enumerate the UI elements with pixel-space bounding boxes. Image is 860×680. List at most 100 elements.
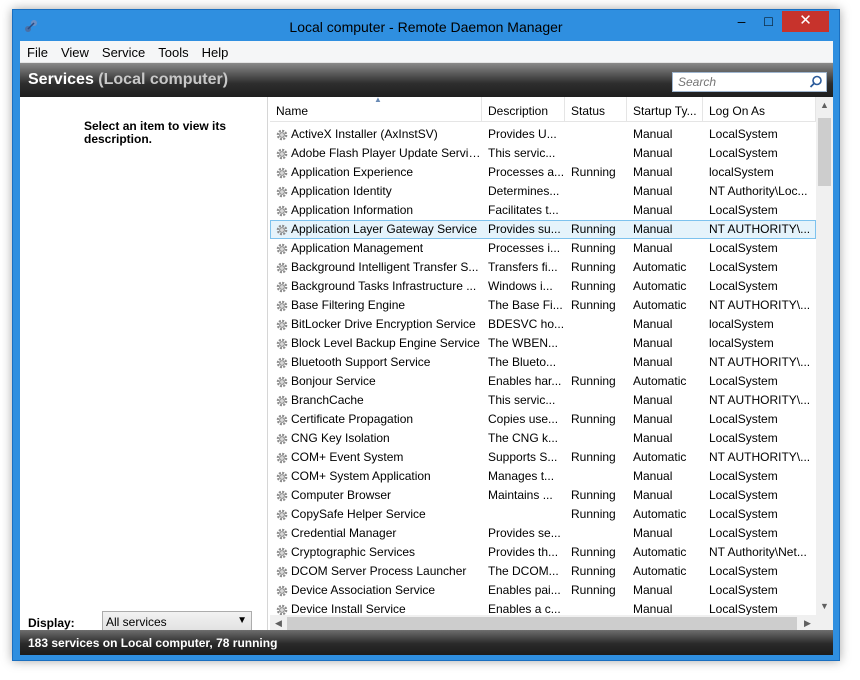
title-bar[interactable]: Local computer - Remote Daemon Manager –…	[13, 10, 839, 43]
column-header-description[interactable]: Description	[482, 97, 565, 122]
scroll-right-icon[interactable]: ▶	[799, 615, 816, 630]
table-row[interactable]: Background Intelligent Transfer S... Tran…	[270, 258, 816, 277]
column-header-log-on-as[interactable]: Log On As	[703, 97, 816, 122]
cell-startup-type: Manual	[633, 317, 673, 331]
cell-status: Running	[571, 279, 616, 293]
chevron-down-icon: ▼	[237, 615, 247, 626]
table-row[interactable]: CopySafe Helper Service Running Automatic L…	[270, 505, 816, 524]
table-row[interactable]: Application Experience Processes a... Runn…	[270, 163, 816, 182]
close-button[interactable]: ✕	[782, 11, 829, 32]
vertical-scrollbar[interactable]: ▲ ▼	[816, 97, 833, 615]
service-name: Background Intelligent Transfer S...	[291, 260, 479, 274]
table-row[interactable]: BitLocker Drive Encryption Service BDESVC…	[270, 315, 816, 334]
table-row[interactable]: Application Information Facilitates t... M…	[270, 201, 816, 220]
horizontal-scrollbar[interactable]: ◀ ▶	[270, 615, 816, 630]
cell-startup-type: Automatic	[633, 374, 687, 388]
table-row[interactable]: Bluetooth Support Service The Blueto... Ma…	[270, 353, 816, 372]
table-row[interactable]: Application Management Processes i... Runn…	[270, 239, 816, 258]
cell-startup-type: Manual	[633, 336, 673, 350]
vertical-scroll-thumb[interactable]	[818, 118, 831, 186]
table-row[interactable]: Adobe Flash Player Update Service This se…	[270, 144, 816, 163]
page-title: Services (Local computer)	[28, 71, 228, 89]
menu-tools[interactable]: Tools	[151, 41, 194, 63]
cell-description: Enables pai...	[488, 583, 561, 597]
cell-description: Provides U...	[488, 127, 557, 141]
table-row[interactable]: Device Association Service Enables pai...…	[270, 581, 816, 600]
service-name: COM+ Event System	[291, 450, 404, 464]
table-row[interactable]: Certificate Propagation Copies use... Runn…	[270, 410, 816, 429]
cell-description: Processes i...	[488, 241, 561, 255]
table-row[interactable]: Cryptographic Services Provides th... Runn…	[270, 543, 816, 562]
cell-status: Running	[571, 165, 616, 179]
status-bar: 183 services on Local computer, 78 runni…	[20, 630, 833, 655]
column-header-startup-type[interactable]: Startup Ty...	[627, 97, 703, 122]
cell-status	[565, 144, 627, 163]
cell-log-on-as: LocalSystem	[709, 431, 778, 445]
search-icon[interactable]	[809, 75, 823, 89]
table-row[interactable]: Background Tasks Infrastructure ... Windo…	[270, 277, 816, 296]
cell-description: Enables har...	[488, 374, 562, 388]
cell-log-on-as: LocalSystem	[709, 564, 778, 578]
table-row[interactable]: Credential Manager Provides se... Manual Lo…	[270, 524, 816, 543]
scroll-left-icon[interactable]: ◀	[270, 615, 287, 630]
service-name: Bonjour Service	[291, 374, 376, 388]
cell-description: Determines...	[488, 184, 560, 198]
cell-name: COM+ Event System	[270, 448, 482, 467]
table-row[interactable]: Base Filtering Engine The Base Fi... Runni…	[270, 296, 816, 315]
menu-help[interactable]: Help	[195, 41, 235, 63]
menu-service[interactable]: Service	[95, 41, 151, 63]
service-name: Base Filtering Engine	[291, 298, 406, 312]
table-row[interactable]: Bonjour Service Enables har... Running Auto…	[270, 372, 816, 391]
table-row[interactable]: COM+ System Application Manages t... Manua…	[270, 467, 816, 486]
cell-log-on-as: NT Authority\Net...	[709, 545, 807, 559]
menu-view[interactable]: View	[54, 41, 95, 63]
cell-description: Processes a...	[488, 165, 565, 179]
cell-name: Computer Browser	[270, 486, 482, 505]
menu-file[interactable]: File	[20, 41, 54, 63]
cell-status: Running	[571, 488, 616, 502]
cell-log-on-as: NT AUTHORITY\...	[709, 355, 811, 369]
status-text: 183 services on Local computer, 78 runni…	[28, 636, 278, 650]
cell-log-on-as: LocalSystem	[709, 203, 778, 217]
cell-status	[565, 315, 627, 334]
table-row[interactable]: CNG Key Isolation The CNG k... Manual Local…	[270, 429, 816, 448]
cell-name: CNG Key Isolation	[270, 429, 482, 448]
column-header-status[interactable]: Status	[565, 97, 627, 122]
horizontal-scroll-thumb[interactable]	[287, 617, 797, 630]
cell-name: Background Intelligent Transfer S...	[270, 258, 482, 277]
search-input[interactable]	[673, 73, 803, 91]
cell-description: The Base Fi...	[488, 298, 563, 312]
table-row[interactable]: Computer Browser Maintains ... Running Manu…	[270, 486, 816, 505]
cell-startup-type: Manual	[633, 488, 673, 502]
table-row[interactable]: COM+ Event System Supports S... Running Aut…	[270, 448, 816, 467]
scroll-up-icon[interactable]: ▲	[816, 97, 833, 114]
table-row[interactable]: BranchCache This servic... Manual NT AUTHOR…	[270, 391, 816, 410]
minimize-button[interactable]: –	[728, 11, 755, 32]
cell-startup-type: Manual	[633, 526, 673, 540]
cell-log-on-as: LocalSystem	[709, 374, 778, 388]
display-select[interactable]: All services ▼	[102, 611, 252, 631]
cell-startup-type: Automatic	[633, 298, 687, 312]
service-name: Device Association Service	[291, 583, 436, 597]
service-name: ActiveX Installer (AxInstSV)	[291, 127, 438, 141]
table-row[interactable]: Block Level Backup Engine Service The WBE…	[270, 334, 816, 353]
cell-status	[565, 429, 627, 448]
table-row[interactable]: ActiveX Installer (AxInstSV) Provides U..…	[270, 125, 816, 144]
cell-status	[565, 524, 627, 543]
search-box[interactable]	[672, 72, 827, 92]
table-row[interactable]: Application Identity Determines... Manual N…	[270, 182, 816, 201]
cell-description: Transfers fi...	[488, 260, 558, 274]
cell-name: BranchCache	[270, 391, 482, 410]
table-row[interactable]: DCOM Server Process Launcher The DCOM... R…	[270, 562, 816, 581]
window-title: Local computer - Remote Daemon Manager	[289, 19, 563, 35]
cell-log-on-as: LocalSystem	[709, 146, 778, 160]
scroll-down-icon[interactable]: ▼	[816, 598, 833, 615]
table-row[interactable]: Application Layer Gateway Service Provide…	[270, 220, 816, 239]
cell-startup-type: Manual	[633, 127, 673, 141]
maximize-button[interactable]: □	[755, 11, 782, 32]
cell-log-on-as: LocalSystem	[709, 526, 778, 540]
cell-description: The DCOM...	[488, 564, 559, 578]
cell-startup-type: Manual	[633, 146, 673, 160]
service-name: Application Experience	[291, 165, 414, 179]
cell-status: Running	[571, 412, 616, 426]
